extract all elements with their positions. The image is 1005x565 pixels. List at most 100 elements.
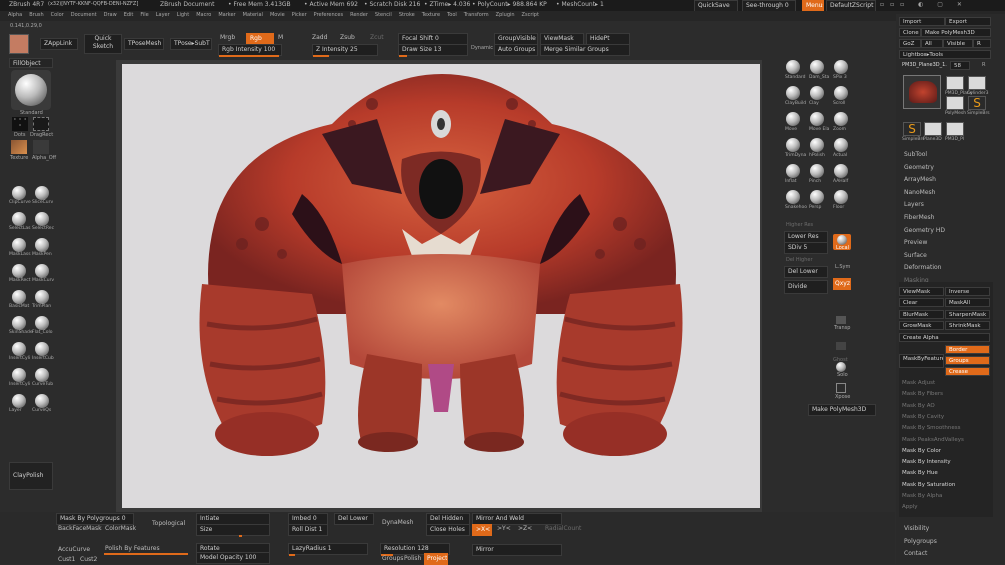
menu-preferences[interactable]: Preferences	[314, 12, 343, 21]
right-brush-icon[interactable]	[810, 190, 824, 204]
dragrect-stroke-icon[interactable]	[33, 117, 49, 131]
visible-button[interactable]: Visible	[943, 39, 973, 48]
menu-color[interactable]: Color	[51, 12, 64, 21]
mask-item[interactable]: Mask By AO	[902, 403, 935, 409]
right-brush-icon[interactable]	[834, 190, 848, 204]
left-brush-icon[interactable]	[35, 264, 49, 278]
creature-model[interactable]	[122, 64, 760, 508]
tool-subpanel[interactable]: SubTool	[904, 151, 927, 158]
close-holes-button[interactable]: Close Holes	[426, 524, 470, 536]
tool-subpanel[interactable]: Geometry	[904, 164, 934, 171]
mask-item[interactable]: Mask By Smoothness	[902, 425, 961, 431]
fillobject-button[interactable]: FillObject	[9, 58, 53, 68]
mask-item[interactable]: Mask By Color	[902, 448, 941, 454]
tool-thumb[interactable]	[946, 76, 964, 90]
menu-stencil[interactable]: Stencil	[375, 12, 392, 21]
tool-subpanel[interactable]: Preview	[904, 239, 927, 246]
tpose-subt-button[interactable]: TPose▸SubT	[170, 38, 212, 50]
menu-document[interactable]: Document	[71, 12, 97, 21]
menu-file[interactable]: File	[140, 12, 148, 21]
higher-res-button[interactable]: Higher Res	[786, 222, 813, 228]
export-button[interactable]: Export	[945, 17, 991, 26]
cust1-button[interactable]: Cust1	[58, 556, 75, 563]
goz-button[interactable]: GoZ	[899, 39, 921, 48]
menu-layer[interactable]: Layer	[156, 12, 170, 21]
right-brush-icon[interactable]	[834, 164, 848, 178]
create-alpha-button[interactable]: Create Alpha	[899, 333, 990, 342]
left-brush-icon[interactable]	[35, 238, 49, 252]
mask-item[interactable]: Mask By Alpha	[902, 493, 942, 499]
z-intensity-slider[interactable]: Z Intensity 25	[312, 44, 378, 57]
left-brush-icon[interactable]	[35, 368, 49, 382]
left-brush-icon[interactable]	[35, 212, 49, 226]
right-brush-icon[interactable]	[834, 86, 848, 100]
right-brush-icon[interactable]	[810, 60, 824, 74]
dynamesh-button[interactable]: DynaMesh	[382, 519, 413, 526]
maskbyfeature-button[interactable]: MaskByFeature	[899, 354, 944, 368]
ghost-icon[interactable]	[836, 342, 846, 350]
tool-thumb[interactable]	[968, 76, 986, 90]
menu-texture[interactable]: Texture	[422, 12, 440, 21]
document-canvas[interactable]	[122, 64, 760, 508]
sdiv-slider[interactable]: SDiv 5	[784, 242, 828, 254]
colormask-toggle[interactable]: ColorMask	[105, 525, 136, 532]
tool-thumb[interactable]: S	[968, 96, 986, 110]
right-brush-icon[interactable]	[810, 138, 824, 152]
tool-thumb[interactable]: S	[903, 122, 921, 136]
polish-by-features-toggle[interactable]: Polish By Features	[105, 545, 160, 552]
mask-item[interactable]: Mask PeaksAndValleys	[902, 437, 964, 443]
growmask-button[interactable]: GrowMask	[899, 321, 944, 330]
texture-icon[interactable]	[11, 140, 27, 154]
menu-movie[interactable]: Movie	[270, 12, 285, 21]
dynamic-toggle[interactable]: Dynamic	[471, 45, 493, 51]
menu-edit[interactable]: Edit	[124, 12, 134, 21]
mask-item[interactable]: Mask By Saturation	[902, 482, 955, 488]
mask-by-polygroups-slider[interactable]: Mask By Polygroups 0	[56, 513, 134, 525]
tool-subpanel[interactable]: Layers	[904, 201, 924, 208]
menu-picker[interactable]: Picker	[292, 12, 307, 21]
topological-toggle[interactable]: Topological	[152, 520, 185, 527]
accucurve-toggle[interactable]: AccuCurve	[58, 546, 90, 553]
tool-thumb[interactable]	[946, 96, 964, 110]
right-brush-icon[interactable]	[786, 138, 800, 152]
window-controls[interactable]: ▫▫▫ ◐ ▢ ✕	[880, 1, 1000, 10]
menu-brush[interactable]: Brush	[29, 12, 43, 21]
inverse-button[interactable]: Inverse	[945, 287, 990, 296]
tool-subpanel[interactable]: Geometry HD	[904, 227, 945, 234]
mirror-z-toggle[interactable]: >Z<	[518, 525, 532, 532]
right-brush-icon[interactable]	[786, 190, 800, 204]
import-button[interactable]: Import	[899, 17, 945, 26]
project-toggle[interactable]: Project	[424, 553, 448, 565]
zcut-toggle[interactable]: Zcut	[370, 34, 384, 41]
radialcount-slider[interactable]: RadialCount	[545, 525, 581, 532]
merge-similar-groups-button[interactable]: Merge Similar Groups	[540, 44, 630, 56]
lightbox-tools-button[interactable]: Lightbox▸Tools	[899, 50, 991, 59]
tool-subpanel[interactable]: NanoMesh	[904, 189, 935, 196]
shrinkmask-button[interactable]: ShrinkMask	[945, 321, 990, 330]
menu-stroke[interactable]: Stroke	[399, 12, 415, 21]
color-swatch[interactable]	[9, 34, 29, 54]
menu-zscript[interactable]: Zscript	[522, 12, 539, 21]
m-toggle[interactable]: M	[278, 34, 283, 41]
lsym-button[interactable]: L.Sym	[835, 264, 850, 270]
solo-icon[interactable]	[836, 362, 846, 372]
left-brush-icon[interactable]	[35, 342, 49, 356]
cust2-button[interactable]: Cust2	[80, 556, 97, 563]
current-tool-value[interactable]: 58	[950, 61, 970, 70]
make-polymesh3d-button[interactable]: Make PolyMesh3D	[921, 28, 991, 37]
left-brush-icon[interactable]	[35, 316, 49, 330]
roll-dist-slider[interactable]: Roll Dist 1	[288, 524, 328, 536]
mrgb-toggle[interactable]: Mrgb	[220, 34, 235, 41]
menu-zplugin[interactable]: Zplugin	[496, 12, 515, 21]
right-brush-icon[interactable]	[834, 112, 848, 126]
r-tool-label[interactable]: R	[982, 62, 985, 68]
crease-toggle[interactable]: Crease	[945, 367, 990, 376]
xpose-icon[interactable]	[836, 383, 846, 393]
zsub-toggle[interactable]: Zsub	[340, 34, 355, 41]
left-brush-icon[interactable]	[12, 394, 26, 408]
right-brush-icon[interactable]	[786, 60, 800, 74]
menu-render[interactable]: Render	[350, 12, 368, 21]
menu-light[interactable]: Light	[177, 12, 189, 21]
tool-subpanel[interactable]: ArrayMesh	[904, 176, 936, 183]
del-higher-button[interactable]: Del Higher	[786, 257, 813, 263]
